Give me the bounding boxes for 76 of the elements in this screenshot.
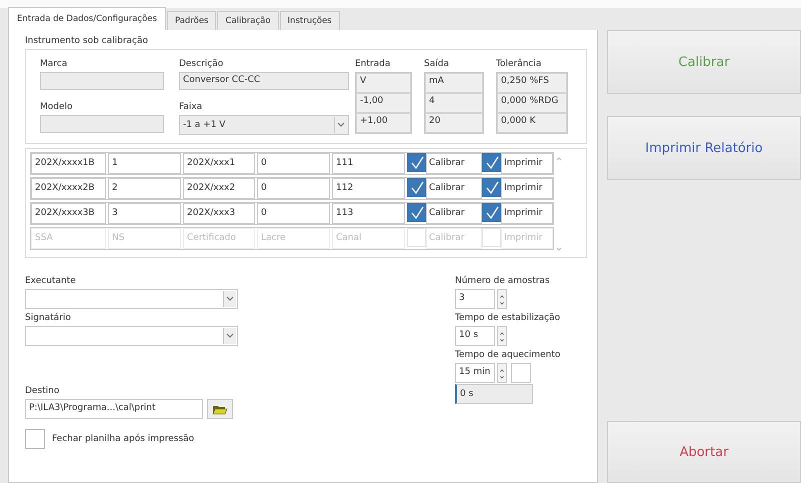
value-cell: 0,250 %FS [497,73,567,93]
checkbox[interactable] [407,203,426,222]
tab[interactable]: Calibração [217,11,279,30]
table-cell[interactable]: 202X/xxxx3B [31,203,106,224]
table-cell[interactable]: 202X/xxx2 [183,178,255,199]
field-label: Executante [25,276,77,287]
range-dropdown[interactable]: -1 a +1 V [178,115,349,135]
checkbox-label: Calibrar [426,153,482,174]
checkbox[interactable] [407,178,426,197]
table-cell[interactable]: 3 [108,203,181,224]
field-label: Número de amostras [455,276,551,287]
group-title: Instrumento sob calibração [25,36,150,46]
action-button[interactable]: Abortar [607,421,801,483]
elapsed-time-field: 0 s [455,384,533,404]
tab[interactable]: Entrada de Dados/Configurações [8,7,166,30]
value-cell: 0,000 K [497,113,567,133]
table-cell[interactable]: 112 [332,178,405,199]
table-cell[interactable]: 0 [257,153,330,174]
table-cell[interactable]: 2 [108,178,181,199]
table-cell[interactable]: 202X/xxxx2B [31,178,106,199]
value-cell: 4 [425,93,483,113]
number-field[interactable]: 15 min [455,363,495,383]
value-cell: mA [425,73,483,93]
checkbox[interactable] [482,153,501,172]
column-header: Tolerância [496,59,542,70]
checkbox[interactable] [482,203,501,222]
table-cell[interactable]: 202X/xxx1 [183,153,255,174]
table-cell[interactable]: 111 [332,153,405,174]
value-cell: +1,00 [356,113,411,133]
field-label: Tempo de estabilização [455,313,562,324]
table-cell[interactable]: 202X/xxxx1B [31,153,106,174]
description-field: Conversor CC-CC [178,72,349,90]
field-label: Modelo [40,102,74,113]
checkbox-label: Calibrar [426,228,482,249]
column-header: Saída [424,59,450,70]
value-cell: 20 [425,113,483,133]
checkbox[interactable] [482,178,501,197]
spinner-arrows-icon[interactable] [497,326,507,346]
field-label: Faixa [178,102,204,113]
dropdown-value: -1 a +1 V [182,120,226,130]
number-field[interactable]: 10 s [455,326,495,346]
folder-icon[interactable] [207,399,233,419]
checkbox-label: Fechar planilha após impressão [52,434,194,444]
checkbox[interactable] [407,153,426,172]
tab[interactable]: Padrões [166,11,216,30]
value-cell: V [356,73,411,93]
field-label: Destino [25,386,60,397]
tab[interactable]: Instruções [280,11,340,30]
field-label: Marca [40,59,68,70]
checkbox-label: Calibrar [426,178,482,199]
column-header: Entrada [355,59,392,70]
number-field[interactable]: 3 [455,289,495,309]
checkbox-label: Imprimir [501,178,553,199]
dropdown-caret-icon[interactable] [223,328,236,344]
checkbox-label: Imprimir [501,203,553,224]
table-cell[interactable]: 0 [257,178,330,199]
table-cell[interactable]: 202X/xxx3 [183,203,255,224]
action-button[interactable]: Imprimir Relatório [607,116,801,180]
dropdown-caret-icon[interactable] [334,117,347,133]
value-cell: 0,000 %RDG [497,93,567,113]
dropdown-caret-icon[interactable] [223,291,236,307]
spinner-arrows-icon[interactable] [497,289,507,309]
checkbox-label: Imprimir [501,153,553,174]
table-cell[interactable]: 113 [332,203,405,224]
value-cell: -1,00 [356,93,411,113]
checkbox-label: Imprimir [501,228,553,249]
field-label: Tempo de aquecimento [455,350,562,361]
unit-field[interactable] [511,363,531,383]
field-label: Descrição [178,59,224,70]
spinner-arrows-icon[interactable] [497,363,507,383]
table-cell[interactable]: 0 [257,203,330,224]
path-field[interactable]: P:\ILA3\Programa...\cal\print [25,399,203,419]
field-label: Signatário [25,313,72,324]
checkbox-label: Calibrar [426,203,482,224]
table-cell[interactable]: 1 [108,153,181,174]
checkbox[interactable] [25,429,45,449]
